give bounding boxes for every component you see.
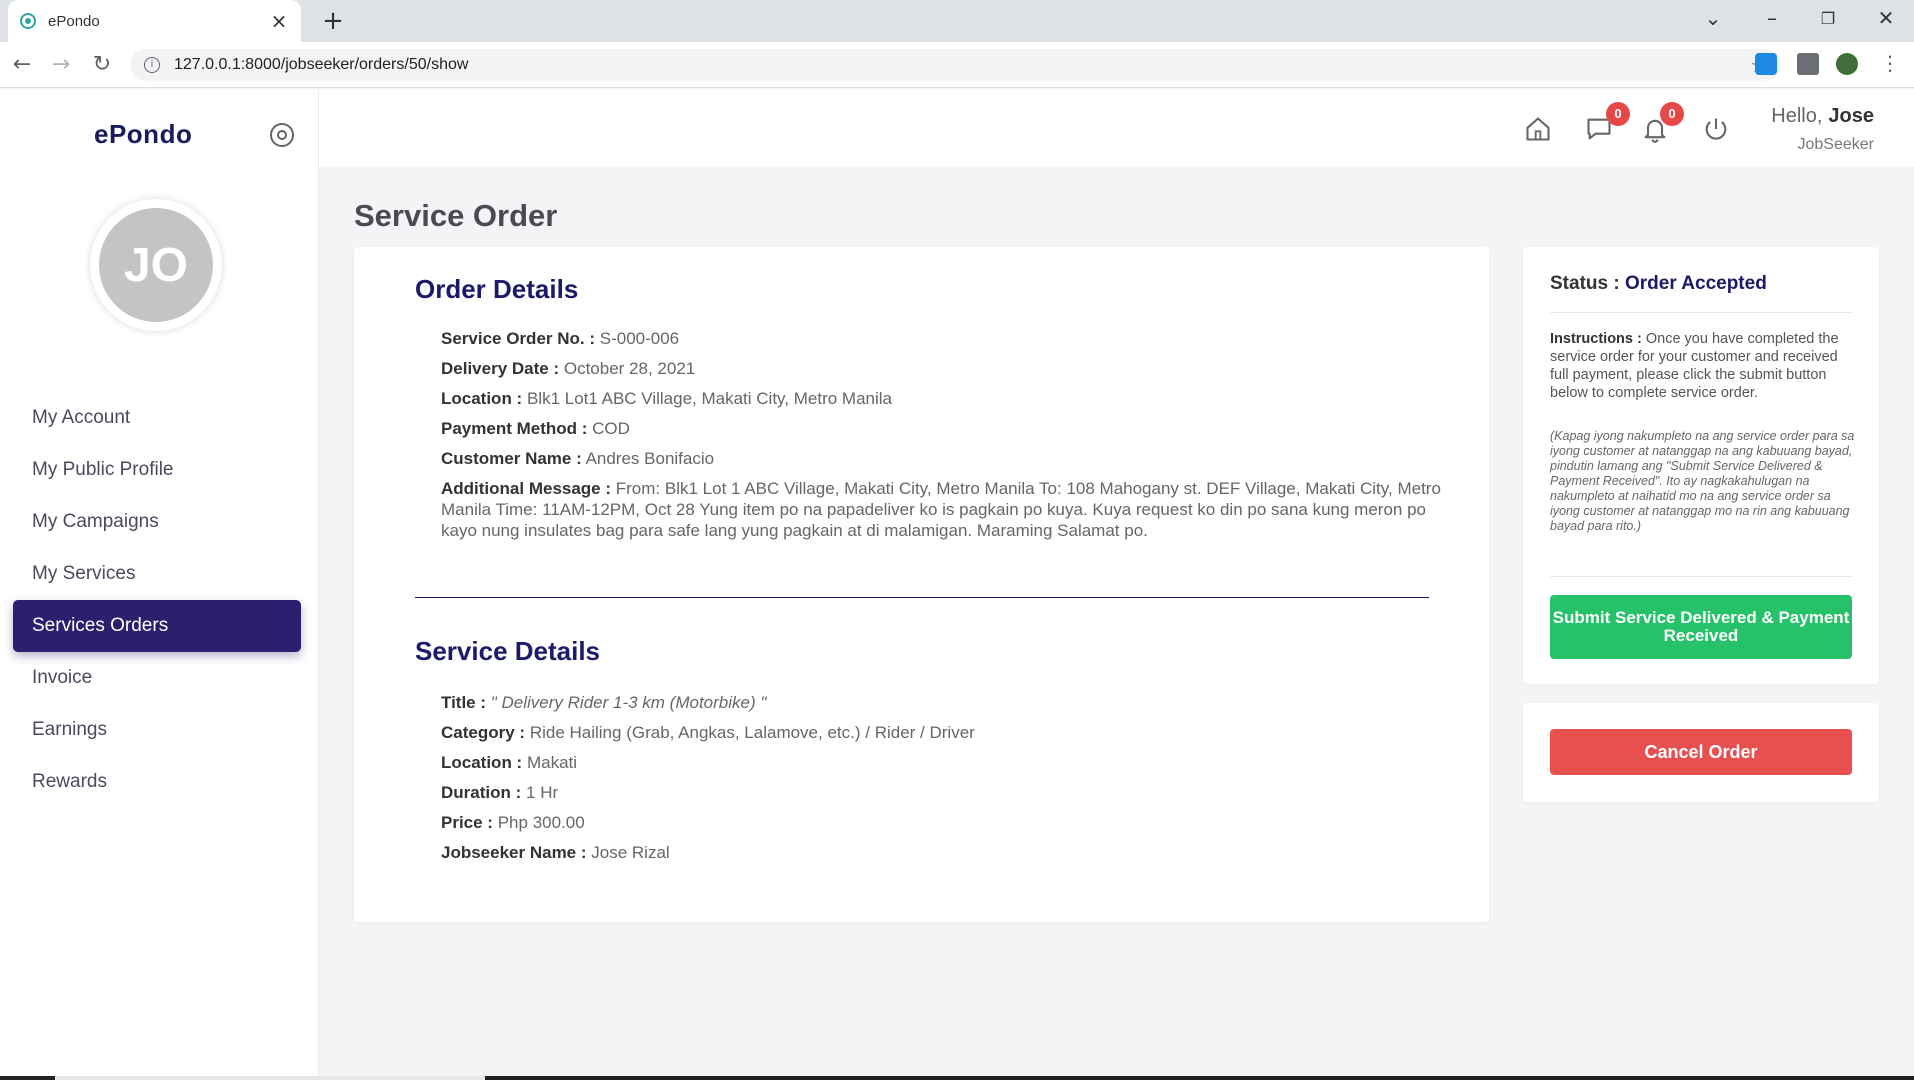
detail-delivery-date: Delivery Date : October 28, 2021 xyxy=(441,358,1441,379)
detail-label: Jobseeker Name : xyxy=(441,843,587,862)
puzzle-extensions-icon[interactable] xyxy=(1797,53,1819,75)
instructions-text: Instructions : Once you have completed t… xyxy=(1550,330,1855,402)
detail-label: Customer Name : xyxy=(441,449,582,468)
status-badge: Order Accepted xyxy=(1624,273,1767,294)
sidebar: ePondo JO My Account My Public Profile M… xyxy=(0,89,319,1080)
sidebar-menu: My Account My Public Profile My Campaign… xyxy=(13,392,301,808)
detail-label: Service Order No. : xyxy=(441,329,596,348)
url-text: 127.0.0.1:8000/jobseeker/orders/50/show xyxy=(174,56,469,73)
detail-customer-name: Customer Name : Andres Bonifacio xyxy=(441,448,1441,469)
greeting-text: Hello, xyxy=(1771,105,1823,127)
url-input[interactable]: i 127.0.0.1:8000/jobseeker/orders/50/sho… xyxy=(130,49,1780,81)
restore-icon[interactable]: ❐ xyxy=(1808,9,1848,28)
back-icon[interactable]: ← xyxy=(8,52,36,77)
browser-tab[interactable]: ePondo × xyxy=(8,0,301,42)
detail-category: Category : Ride Hailing (Grab, Angkas, L… xyxy=(441,722,1441,743)
status-card: Status : Order Accepted Instructions : O… xyxy=(1523,247,1879,684)
detail-jobseeker-name: Jobseeker Name : Jose Rizal xyxy=(441,842,1441,863)
detail-label: Category : xyxy=(441,723,526,742)
detail-label: Title : xyxy=(441,693,487,712)
sidebar-item-my-campaigns[interactable]: My Campaigns xyxy=(13,496,301,548)
detail-label: Price : xyxy=(441,813,493,832)
submit-service-delivered-button[interactable]: Submit Service Delivered & Payment Recei… xyxy=(1550,595,1852,659)
brand-logo[interactable]: ePondo xyxy=(94,119,192,150)
detail-label: Payment Method : xyxy=(441,419,588,438)
detail-label: Location : xyxy=(441,753,523,772)
detail-payment-method: Payment Method : COD xyxy=(441,418,1441,439)
browser-menu-icon[interactable]: ⋮ xyxy=(1880,53,1900,75)
detail-value: Ride Hailing (Grab, Angkas, Lalamove, et… xyxy=(529,723,975,742)
page-title: Service Order xyxy=(354,198,558,233)
sidebar-toggle-icon[interactable] xyxy=(270,123,294,147)
detail-additional-message: Additional Message : From: Blk1 Lot 1 AB… xyxy=(441,478,1441,541)
detail-service-order-no: Service Order No. : S-000-006 xyxy=(441,328,1441,349)
detail-label: Delivery Date : xyxy=(441,359,560,378)
home-icon[interactable] xyxy=(1524,115,1552,143)
detail-value: Andres Bonifacio xyxy=(585,449,715,468)
sidebar-item-rewards[interactable]: Rewards xyxy=(13,756,301,808)
detail-service-location: Location : Makati xyxy=(441,752,1441,773)
cancel-order-button[interactable]: Cancel Order xyxy=(1550,729,1852,775)
close-window-icon[interactable]: ✕ xyxy=(1866,6,1906,30)
avatar-frame: JO xyxy=(90,199,222,331)
sidebar-item-invoice[interactable]: Invoice xyxy=(13,652,301,704)
user-greeting[interactable]: Hello, Jose xyxy=(1771,105,1874,128)
detail-value: " Delivery Rider 1-3 km (Motorbike) " xyxy=(490,693,767,712)
order-details-list: Service Order No. : S-000-006 Delivery D… xyxy=(441,328,1441,550)
taskbar-edge xyxy=(0,1076,1914,1080)
sidebar-item-my-account[interactable]: My Account xyxy=(13,392,301,444)
detail-value: 1 Hr xyxy=(526,783,559,802)
reload-icon[interactable]: ↻ xyxy=(88,52,116,77)
messages-count-badge: 0 xyxy=(1606,102,1630,126)
detail-value: Php 300.00 xyxy=(497,813,585,832)
user-name: Jose xyxy=(1828,105,1874,127)
profile-avatar-icon[interactable] xyxy=(1836,53,1858,75)
sidebar-item-my-public-profile[interactable]: My Public Profile xyxy=(13,444,301,496)
logout-power-icon[interactable] xyxy=(1702,115,1730,143)
new-tab-button[interactable]: + xyxy=(318,6,348,36)
sidebar-item-earnings[interactable]: Earnings xyxy=(13,704,301,756)
order-card: Order Details Service Order No. : S-000-… xyxy=(354,247,1489,922)
notifications-count-badge: 0 xyxy=(1660,102,1684,126)
site-favicon-icon xyxy=(20,13,36,29)
instructions-label: Instructions : xyxy=(1550,331,1642,347)
avatar: JO xyxy=(99,208,213,322)
service-details-heading: Service Details xyxy=(415,636,601,666)
detail-label: Additional Message : xyxy=(441,479,612,498)
detail-location: Location : Blk1 Lot1 ABC Village, Makati… xyxy=(441,388,1441,409)
status-divider xyxy=(1550,312,1853,313)
detail-duration: Duration : 1 Hr xyxy=(441,782,1441,803)
detail-value: COD xyxy=(592,419,630,438)
forward-icon[interactable]: → xyxy=(47,52,75,77)
order-status: Status : Order Accepted xyxy=(1550,273,1767,295)
browser-tab-bar: ePondo × + ⌄ – ❐ ✕ xyxy=(0,0,1914,42)
sidebar-item-my-services[interactable]: My Services xyxy=(13,548,301,600)
minimize-icon[interactable]: – xyxy=(1752,6,1792,30)
instructions-translation: (Kapag iyong nakumpleto na ang service o… xyxy=(1550,429,1855,533)
user-role: JobSeeker xyxy=(1797,136,1875,153)
top-header: 0 0 Hello, Jose JobSeeker xyxy=(319,89,1914,167)
cancel-card: Cancel Order xyxy=(1523,703,1879,802)
site-info-icon[interactable]: i xyxy=(144,57,160,73)
detail-value: Jose Rizal xyxy=(591,843,670,862)
instructions-divider xyxy=(1550,576,1853,577)
detail-price: Price : Php 300.00 xyxy=(441,812,1441,833)
tab-title: ePondo xyxy=(48,12,100,30)
detail-value: Blk1 Lot1 ABC Village, Makati City, Metr… xyxy=(526,389,892,408)
detail-title: Title : " Delivery Rider 1-3 km (Motorbi… xyxy=(441,692,1441,713)
address-bar: ← → ↻ i 127.0.0.1:8000/jobseeker/orders/… xyxy=(0,42,1914,88)
detail-value: October 28, 2021 xyxy=(563,359,696,378)
order-details-heading: Order Details xyxy=(415,274,579,304)
extension-icon[interactable] xyxy=(1755,53,1777,75)
sidebar-item-services-orders[interactable]: Services Orders xyxy=(13,600,301,652)
service-details-list: Title : " Delivery Rider 1-3 km (Motorbi… xyxy=(441,692,1441,872)
detail-value: S-000-006 xyxy=(599,329,680,348)
detail-value: Makati xyxy=(526,753,578,772)
section-divider xyxy=(415,597,1429,598)
status-label: Status : xyxy=(1550,273,1620,294)
detail-label: Duration : xyxy=(441,783,522,802)
tab-search-icon[interactable]: ⌄ xyxy=(1693,6,1733,30)
tab-close-icon[interactable]: × xyxy=(269,9,289,33)
detail-label: Location : xyxy=(441,389,523,408)
